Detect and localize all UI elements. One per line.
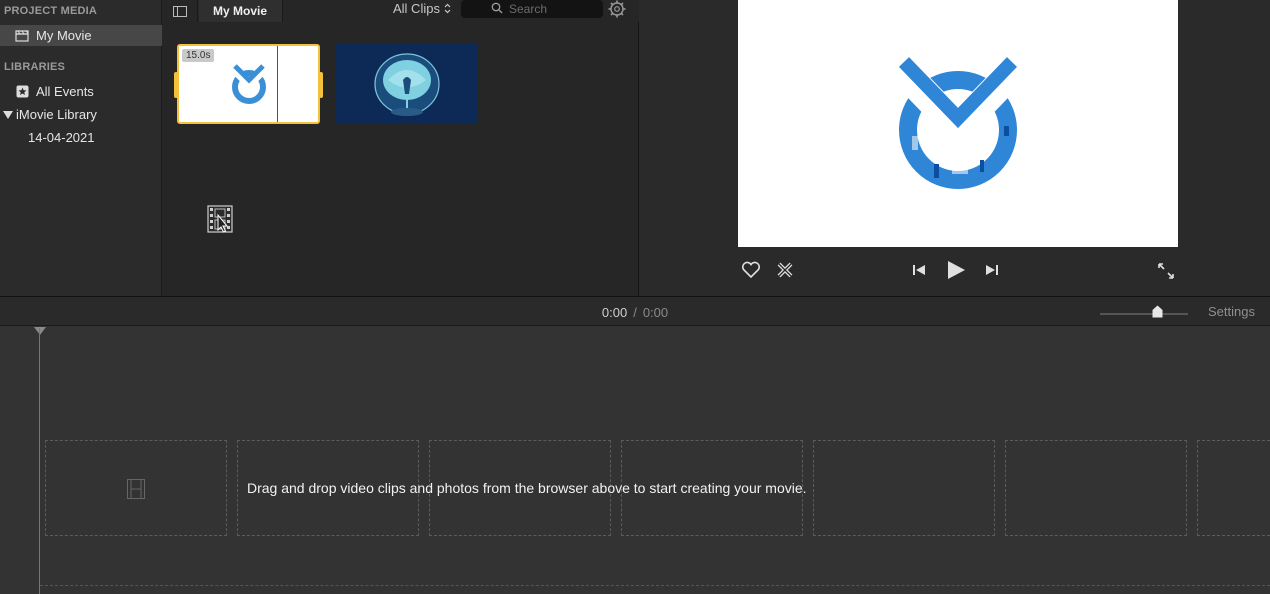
timeline-header: 0:00 / 0:00 Settings [0, 296, 1270, 326]
duration-badge: 15.0s [182, 49, 215, 62]
timecode-display: 0:00 / 0:00 [0, 297, 1270, 327]
play-button[interactable] [944, 258, 968, 282]
drop-slot[interactable] [45, 440, 227, 536]
sidebar-item-event-date[interactable]: 14-04-2021 [0, 127, 162, 148]
time-separator: / [633, 304, 637, 320]
zoom-slider-thumb[interactable] [1152, 305, 1163, 318]
libraries-header: LIBRARIES [4, 61, 66, 73]
skip-back-icon [913, 265, 925, 275]
drop-slot[interactable] [813, 440, 995, 536]
drop-slot[interactable] [1197, 440, 1270, 536]
sidebar-item-label: All Events [36, 84, 94, 99]
search-placeholder: Search [509, 2, 548, 16]
playhead-marker[interactable] [34, 327, 46, 335]
logo-thumbnail-icon [229, 64, 269, 104]
disclosure-triangle-icon[interactable] [3, 110, 13, 119]
project-media-header: PROJECT MEDIA [4, 5, 98, 17]
drop-slot[interactable] [1005, 440, 1187, 536]
skip-forward-button[interactable] [983, 261, 1001, 279]
gear-icon [608, 0, 626, 18]
zoom-slider-track[interactable] [1100, 313, 1188, 315]
skip-forward-icon [986, 265, 998, 275]
sidebar-item-label: My Movie [36, 28, 92, 43]
timeline-settings-button[interactable]: Settings [1208, 304, 1255, 319]
current-time: 0:00 [601, 304, 628, 320]
clip-thumbnail-brain[interactable] [336, 44, 478, 124]
favorite-button[interactable] [740, 259, 762, 281]
updown-chevron-icon [444, 3, 451, 13]
imovie-window: PROJECT MEDIA My Movie LIBRARIES All Eve… [0, 0, 1270, 594]
clapperboard-icon [14, 29, 30, 43]
library-sidebar: PROJECT MEDIA My Movie LIBRARIES All Eve… [0, 0, 162, 296]
sidebar-toggle-icon [172, 5, 187, 17]
gear-button[interactable] [608, 0, 626, 18]
film-placeholder-icon [127, 479, 145, 499]
search-icon [491, 2, 503, 14]
sidebar-item-all-events[interactable]: All Events [0, 81, 162, 102]
trim-handle-left[interactable] [174, 72, 178, 98]
total-duration: 0:00 [642, 304, 669, 320]
skip-back-button[interactable] [910, 261, 928, 279]
brain-scan-icon [374, 53, 440, 116]
tab-my-movie[interactable]: My Movie [199, 0, 283, 22]
drop-instructions: Drag and drop video clips and photos fro… [247, 480, 807, 496]
video-preview[interactable] [738, 0, 1178, 247]
clip-thumbnail-selected[interactable]: 15.0s [174, 44, 323, 124]
clip-range-divider [277, 46, 278, 122]
reject-button[interactable] [774, 259, 796, 281]
trim-handle-right[interactable] [319, 72, 323, 98]
clip-filter-label: All Clips [393, 0, 440, 16]
logo-preview-icon [892, 56, 1024, 189]
sidebar-item-my-movie[interactable]: My Movie [0, 25, 162, 46]
playhead-line[interactable] [39, 328, 40, 594]
browser-toolbar: My Movie All Clips Search [162, 0, 639, 22]
sidebar-item-label: 14-04-2021 [28, 130, 95, 145]
sidebar-item-imovie-library[interactable]: iMovie Library [0, 104, 162, 125]
reject-x-icon [777, 262, 793, 278]
sidebar-toggle-button[interactable] [162, 0, 198, 22]
sidebar-item-label: iMovie Library [16, 107, 97, 122]
star-box-icon [14, 85, 30, 99]
clip-filter-select[interactable]: All Clips [393, 0, 451, 16]
heart-icon [741, 261, 761, 279]
fullscreen-button[interactable] [1156, 261, 1176, 281]
play-icon [948, 261, 965, 279]
audio-track-guide [40, 585, 1270, 586]
fullscreen-icon [1158, 263, 1174, 279]
film-drag-icon [207, 205, 235, 238]
search-field[interactable]: Search [461, 0, 603, 18]
